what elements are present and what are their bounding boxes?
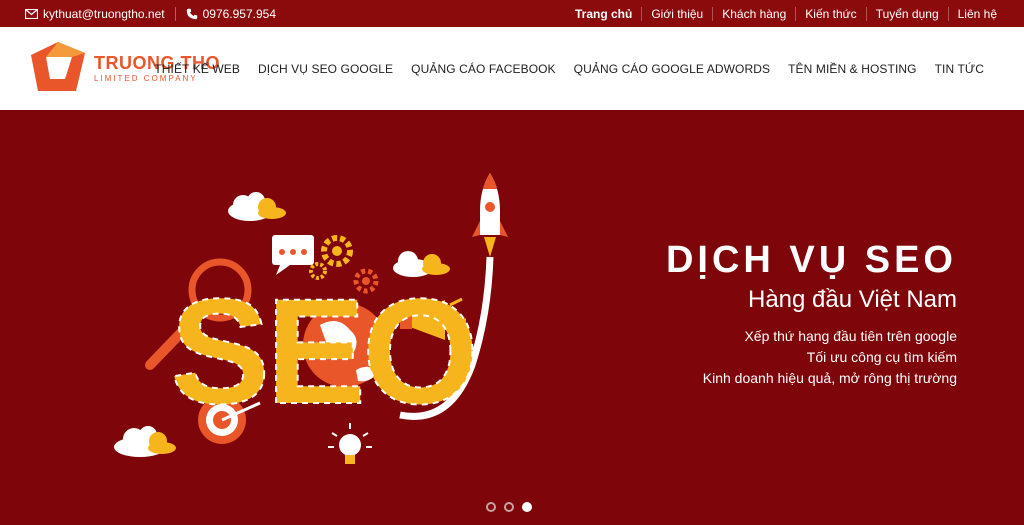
- top-bar: kythuat@truongtho.net 0976.957.954 Trang…: [0, 0, 1024, 27]
- toplink-tuyen-dung[interactable]: Tuyển dụng: [865, 6, 948, 21]
- seo-illustration: SEO: [114, 173, 508, 464]
- cloud-icon: [114, 426, 176, 457]
- nav-quang-cao-adwords[interactable]: QUẢNG CÁO GOOGLE ADWORDS: [574, 62, 770, 76]
- seo-illustration-text: SEO: [170, 267, 475, 435]
- toplink-kien-thuc[interactable]: Kiến thức: [795, 6, 865, 21]
- main-nav: THIẾT KẾ WEB DỊCH VỤ SEO GOOGLE QUẢNG CÁ…: [154, 27, 984, 110]
- hero-line: Kinh doanh hiệu quả, mở rông thị trường: [702, 370, 957, 386]
- hero-line: Xếp thứ hạng đầu tiên trên google: [744, 328, 957, 344]
- email-contact[interactable]: kythuat@truongtho.net: [25, 7, 165, 21]
- top-links: Trang chủ Giới thiệu Khách hàng Kiến thứ…: [566, 0, 1006, 27]
- site-header: TRUONG THO LIMITED COMPANY THIẾT KẾ WEB …: [0, 27, 1024, 110]
- email-text: kythuat@truongtho.net: [43, 6, 165, 21]
- logo-mark-icon: [31, 42, 85, 91]
- phone-contact[interactable]: 0976.957.954: [186, 7, 276, 21]
- nav-dich-vu-seo[interactable]: DỊCH VỤ SEO GOOGLE: [258, 62, 393, 76]
- hero-title: DỊCH VỤ SEO: [665, 239, 957, 281]
- phone-text: 0976.957.954: [202, 6, 276, 21]
- contact-info: kythuat@truongtho.net 0976.957.954: [25, 0, 276, 27]
- cloud-icon: [228, 192, 286, 221]
- hero-line: Tối ưu công cụ tìm kiếm: [806, 349, 957, 365]
- hero-slider: SEO DỊCH VỤ SEO Hàng đầu Việt Nam Xếp th…: [0, 110, 1024, 525]
- hero-text: DỊCH VỤ SEO Hàng đầu Việt Nam Xếp thứ hạ…: [666, 238, 957, 389]
- contact-divider: [174, 6, 176, 21]
- slider-dots: [486, 502, 540, 512]
- slider-dot-1[interactable]: [486, 502, 496, 512]
- nav-thiet-ke-web[interactable]: THIẾT KẾ WEB: [154, 62, 240, 76]
- toplink-gioi-thieu[interactable]: Giới thiệu: [641, 6, 712, 21]
- nav-ten-mien-hosting[interactable]: TÊN MIỀN & HOSTING: [788, 62, 916, 76]
- hero-subtitle: Hàng đầu Việt Nam: [747, 286, 957, 313]
- phone-icon: [186, 8, 197, 19]
- nav-tin-tuc[interactable]: TIN TỨC: [935, 62, 984, 76]
- toplink-khach-hang[interactable]: Khách hàng: [712, 6, 795, 21]
- toplink-trang-chu[interactable]: Trang chủ: [566, 7, 641, 21]
- nav-quang-cao-facebook[interactable]: QUẢNG CÁO FACEBOOK: [411, 62, 556, 76]
- hero-lines: Xếp thứ hạng đầu tiên trên google Tối ưu…: [666, 326, 957, 389]
- slider-dot-3[interactable]: [522, 502, 532, 512]
- toplink-lien-he[interactable]: Liên hệ: [947, 6, 1006, 21]
- envelope-icon: [25, 8, 38, 19]
- slider-dot-2[interactable]: [504, 502, 514, 512]
